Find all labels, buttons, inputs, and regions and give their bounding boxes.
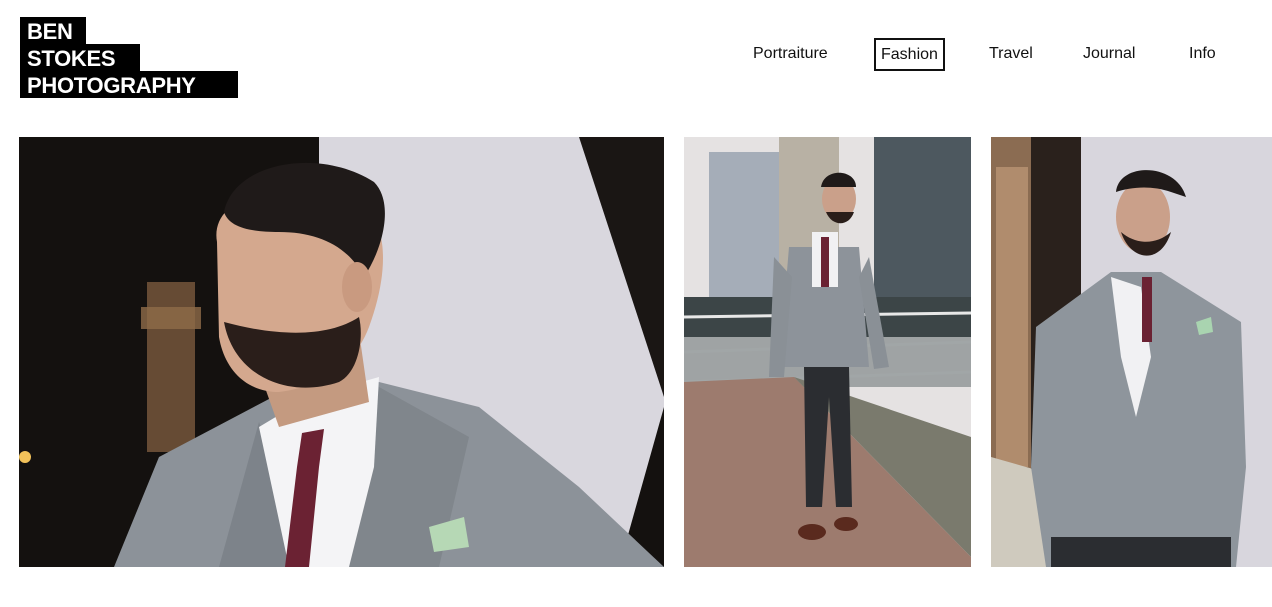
nav-item-info[interactable]: Info	[1189, 38, 1216, 71]
nav-item-journal[interactable]: Journal	[1083, 38, 1135, 71]
logo-line-photography: PHOTOGRAPHY	[20, 71, 238, 98]
photo-three-quarter-standing-image	[991, 137, 1272, 567]
main-nav: Portraiture Fashion Travel Journal Info	[0, 38, 1272, 71]
nav-item-travel[interactable]: Travel	[989, 38, 1033, 71]
nav-item-fashion[interactable]: Fashion	[874, 38, 945, 71]
photo-portrait-closeup-image	[19, 137, 664, 567]
nav-item-portraiture[interactable]: Portraiture	[753, 38, 828, 71]
photo-full-length-walking-image	[684, 137, 971, 567]
gallery-photo-three-quarter-standing[interactable]	[991, 137, 1272, 567]
gallery-photo-full-length-walking[interactable]	[684, 137, 971, 567]
gallery-photo-portrait-closeup[interactable]	[19, 137, 664, 567]
